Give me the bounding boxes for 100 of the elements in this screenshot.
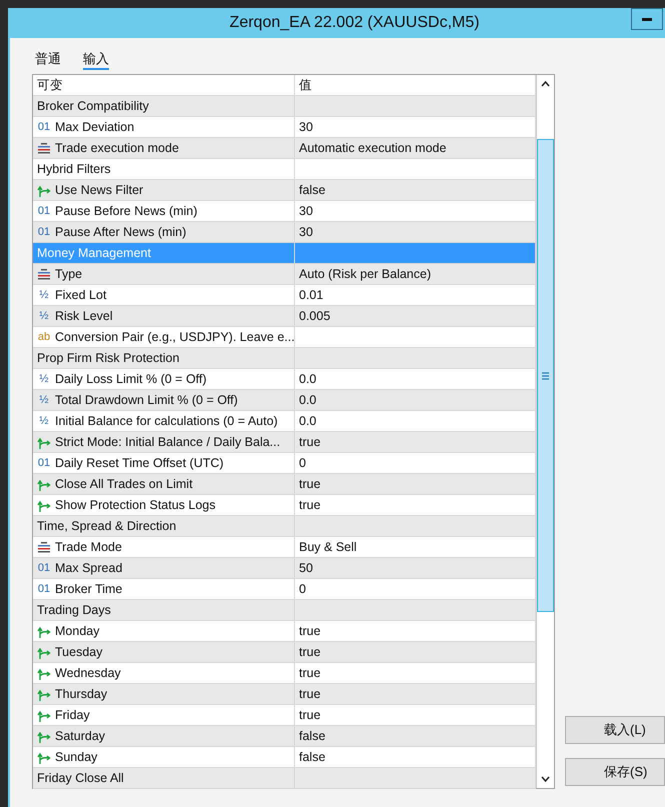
scroll-thumb[interactable]	[537, 139, 554, 612]
parameter-value[interactable]: 0	[295, 579, 536, 600]
parameter-value[interactable]: 30	[295, 222, 536, 243]
parameter-value[interactable]: 0	[295, 453, 536, 474]
arrow-icon	[37, 184, 51, 196]
parameter-name[interactable]: Monday	[33, 621, 295, 642]
type-icon: 01	[37, 226, 51, 238]
group-value-cell[interactable]	[295, 768, 536, 789]
parameter-value[interactable]: Auto (Risk per Balance)	[295, 264, 536, 285]
parameter-value[interactable]: 30	[295, 201, 536, 222]
group-value-cell[interactable]	[295, 600, 536, 621]
parameter-value[interactable]: 30	[295, 117, 536, 138]
parameter-name[interactable]: Type	[33, 264, 295, 285]
parameter-value[interactable]: true	[295, 474, 536, 495]
dialog-button[interactable]: 保存(S)	[565, 758, 665, 786]
group-value-cell[interactable]	[295, 516, 536, 537]
arrow-icon	[37, 666, 51, 680]
column-header[interactable]: 可变	[33, 75, 295, 96]
parameter-name[interactable]: Use News Filter	[33, 180, 295, 201]
parameter-label: Use News Filter	[55, 183, 144, 197]
tab[interactable]: 输入	[83, 46, 109, 70]
parameter-name[interactable]: Sunday	[33, 747, 295, 768]
parameter-value[interactable]: 0.01	[295, 285, 536, 306]
group-value-cell[interactable]	[295, 96, 536, 117]
parameter-name[interactable]: ½ Fixed Lot	[33, 285, 295, 306]
parameter-name[interactable]: 01 Broker Time	[33, 579, 295, 600]
parameter-value[interactable]: Buy & Sell	[295, 537, 536, 558]
parameter-value[interactable]: false	[295, 180, 536, 201]
parameter-value[interactable]	[295, 327, 536, 348]
parameter-label: Trading Days	[37, 603, 111, 617]
parameter-label: Time, Spread & Direction	[37, 519, 176, 533]
parameter-label: Initial Balance for calculations (0 = Auto)	[55, 414, 278, 428]
parameter-value[interactable]: true	[295, 642, 536, 663]
group-header[interactable]: Broker Compatibility	[33, 96, 295, 117]
parameter-name[interactable]: Saturday	[33, 726, 295, 747]
group-value-cell[interactable]	[295, 159, 536, 180]
parameter-label: Broker Compatibility	[37, 99, 149, 113]
parameter-value[interactable]: true	[295, 684, 536, 705]
parameter-name[interactable]: Trade Mode	[33, 537, 295, 558]
chevron-down-icon[interactable]	[541, 776, 550, 782]
parameter-name[interactable]: ab Conversion Pair (e.g., USDJPY). Leave e...	[33, 327, 295, 348]
group-value-cell[interactable]	[295, 348, 536, 369]
parameter-name[interactable]: Tuesday	[33, 642, 295, 663]
group-header[interactable]: Hybrid Filters	[33, 159, 295, 180]
parameter-name[interactable]: Show Protection Status Logs	[33, 495, 295, 516]
parameter-label: Sunday	[55, 750, 98, 764]
dialog-button[interactable]: 载入(L)	[565, 716, 665, 744]
parameter-label: Money Management	[37, 246, 151, 260]
parameter-name[interactable]: Thursday	[33, 684, 295, 705]
type-icon: ½	[37, 394, 51, 406]
parameter-name[interactable]: Trade execution mode	[33, 138, 295, 159]
parameter-value[interactable]: 0.0	[295, 411, 536, 432]
parameter-name[interactable]: ½ Total Drawdown Limit % (0 = Off)	[33, 390, 295, 411]
group-header[interactable]: Trading Days	[33, 600, 295, 621]
parameter-name[interactable]: Strict Mode: Initial Balance / Daily Bala...	[33, 432, 295, 453]
parameter-name[interactable]: 01 Pause After News (min)	[33, 222, 295, 243]
parameter-label: Wednesday	[55, 666, 121, 680]
parameter-label: Friday	[55, 708, 90, 722]
group-value-cell[interactable]	[295, 243, 536, 264]
parameter-value[interactable]: true	[295, 705, 536, 726]
parameter-value[interactable]: 0.0	[295, 369, 536, 390]
parameter-name[interactable]: Close All Trades on Limit	[33, 474, 295, 495]
arrow-icon	[37, 688, 51, 700]
minimize-button[interactable]	[631, 8, 663, 30]
group-header[interactable]: Prop Firm Risk Protection	[33, 348, 295, 369]
tab[interactable]: 普通	[35, 46, 61, 70]
parameter-value[interactable]: false	[295, 726, 536, 747]
parameter-value[interactable]: 0.005	[295, 306, 536, 327]
parameter-name[interactable]: Friday	[33, 705, 295, 726]
parameter-label: Daily Loss Limit % (0 = Off)	[55, 372, 207, 386]
parameter-label: Show Protection Status Logs	[55, 498, 216, 512]
parameter-value[interactable]: true	[295, 663, 536, 684]
parameter-value[interactable]: 0.0	[295, 390, 536, 411]
type-icon: 01	[37, 457, 51, 469]
column-header[interactable]: 值	[295, 75, 536, 96]
group-header[interactable]: Time, Spread & Direction	[33, 516, 295, 537]
scrollbar[interactable]	[536, 75, 554, 788]
parameter-name[interactable]: ½ Initial Balance for calculations (0 = Auto)	[33, 411, 295, 432]
chevron-up-icon[interactable]	[541, 81, 550, 87]
parameter-value[interactable]: true	[295, 432, 536, 453]
group-header[interactable]: Friday Close All	[33, 768, 295, 789]
parameter-value[interactable]: Automatic execution mode	[295, 138, 536, 159]
parameter-name[interactable]: 01 Max Deviation	[33, 117, 295, 138]
parameter-name[interactable]: 01 Max Spread	[33, 558, 295, 579]
parameter-value[interactable]: 50	[295, 558, 536, 579]
parameter-name[interactable]: ½ Risk Level	[33, 306, 295, 327]
parameter-name[interactable]: Wednesday	[33, 663, 295, 684]
type-icon: 01	[37, 583, 51, 595]
parameter-value[interactable]: false	[295, 747, 536, 768]
parameter-label: Trade execution mode	[55, 141, 179, 155]
minimize-icon	[642, 18, 652, 20]
grip-icon	[542, 372, 549, 380]
parameter-name[interactable]: 01 Daily Reset Time Offset (UTC)	[33, 453, 295, 474]
parameter-name[interactable]: 01 Pause Before News (min)	[33, 201, 295, 222]
parameter-name[interactable]: ½ Daily Loss Limit % (0 = Off)	[33, 369, 295, 390]
parameter-label: Thursday	[55, 687, 108, 701]
parameter-value[interactable]: true	[295, 495, 536, 516]
parameter-value[interactable]: true	[295, 621, 536, 642]
parameter-label: Daily Reset Time Offset (UTC)	[55, 456, 224, 470]
arrow-icon	[37, 646, 51, 658]
